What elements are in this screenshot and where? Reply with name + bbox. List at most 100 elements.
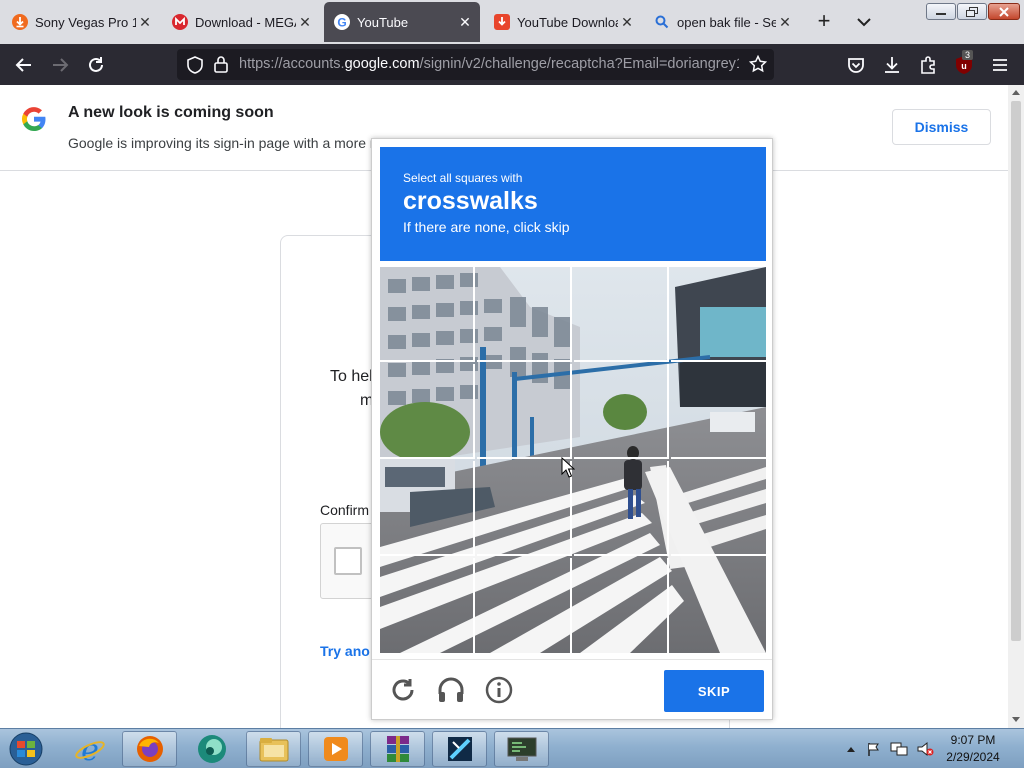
window-close-button[interactable]: [988, 3, 1020, 20]
grid-tile-3-2[interactable]: [477, 461, 572, 556]
help-text-line-1: To hel: [330, 368, 373, 385]
clock-time[interactable]: 9:07 PM: [938, 733, 1008, 747]
windows-taskbar: e 9:07 PM 2/29/2024: [0, 728, 1024, 768]
grid-tile-1-1[interactable]: [380, 267, 475, 362]
taskbar-video-editor[interactable]: [432, 731, 487, 767]
taskbar-firefox[interactable]: [122, 731, 177, 767]
taskbar-internet-explorer[interactable]: e: [62, 731, 117, 767]
download-icon: [494, 14, 510, 30]
challenge-instruction: Select all squares with: [403, 171, 523, 185]
show-hidden-icons-chevron-icon[interactable]: [846, 745, 856, 753]
grid-tile-1-2[interactable]: [477, 267, 572, 362]
internet-explorer-icon: e: [74, 733, 105, 765]
confirm-label: Confirm: [320, 502, 370, 518]
back-arrow-icon[interactable]: [12, 53, 36, 77]
tab-mega[interactable]: Download - MEGA ✕: [162, 2, 320, 42]
window-restore-button[interactable]: [957, 3, 987, 20]
forward-arrow-icon[interactable]: [48, 53, 72, 77]
grid-tile-1-4[interactable]: [671, 267, 766, 362]
try-another-way-link[interactable]: Try ano: [320, 643, 370, 659]
grid-tile-2-3[interactable]: [574, 364, 669, 459]
downloads-icon[interactable]: [880, 53, 904, 77]
taskbar-green-app[interactable]: [184, 731, 239, 767]
folder-icon: [259, 738, 288, 762]
browser-nav-bar: https://accounts.google.com/signin/v2/ch…: [0, 44, 1024, 85]
browser-tab-strip: Sony Vegas Pro 14 F ✕ Download - MEGA ✕ …: [0, 0, 1024, 44]
challenge-target: crosswalks: [403, 187, 538, 215]
tab-youtube-download[interactable]: YouTube Download ✕: [484, 2, 642, 42]
pocket-icon[interactable]: [844, 53, 868, 77]
download-icon: [12, 14, 28, 30]
svg-text:u: u: [961, 61, 967, 71]
banner-title: A new look is coming soon: [68, 104, 274, 121]
grid-tile-4-4[interactable]: [671, 558, 766, 653]
window-minimize-button[interactable]: [926, 3, 956, 20]
new-tab-plus-icon[interactable]: +: [812, 10, 836, 34]
firefox-icon: [136, 736, 163, 762]
scroll-down-icon[interactable]: [1011, 716, 1021, 724]
video-editor-icon: [447, 737, 472, 761]
reload-icon[interactable]: [388, 675, 418, 705]
grid-tile-2-4[interactable]: [671, 364, 766, 459]
close-tab-icon[interactable]: ✕: [776, 14, 794, 31]
taskbar-winrar[interactable]: [370, 731, 425, 767]
tab-title: YouTube: [357, 14, 409, 30]
recaptcha-challenge-popup: Select all squares with crosswalks If th…: [371, 138, 773, 720]
recaptcha-checkbox[interactable]: [334, 547, 362, 575]
audio-headphones-icon[interactable]: [436, 675, 466, 705]
grid-tile-3-4[interactable]: [671, 461, 766, 556]
dismiss-button[interactable]: Dismiss: [892, 109, 991, 145]
taskbar-terminal[interactable]: [494, 731, 549, 767]
page-scrollbar[interactable]: [1008, 85, 1024, 728]
extension-badge: 3: [962, 50, 974, 60]
tab-search[interactable]: open bak file - Sear ✕: [644, 2, 800, 42]
windows-logo-icon: [9, 732, 43, 766]
volume-muted-icon[interactable]: [916, 741, 934, 757]
clock-date[interactable]: 2/29/2024: [938, 750, 1008, 764]
grid-tile-2-2[interactable]: [477, 364, 572, 459]
google-icon: G: [334, 14, 350, 30]
action-center-flag-icon[interactable]: [866, 741, 882, 757]
address-bar[interactable]: https://accounts.google.com/signin/v2/ch…: [177, 49, 774, 80]
scrollbar-thumb[interactable]: [1011, 101, 1021, 641]
grid-tile-3-3[interactable]: [574, 461, 669, 556]
close-tab-icon[interactable]: ✕: [136, 14, 154, 31]
svg-text:G: G: [337, 16, 346, 30]
reload-icon[interactable]: [84, 53, 108, 77]
green-app-icon: [197, 735, 226, 763]
grid-tile-3-1[interactable]: [380, 461, 475, 556]
close-tab-icon[interactable]: ✕: [618, 14, 636, 31]
grid-tile-4-3[interactable]: [574, 558, 669, 653]
scroll-up-icon[interactable]: [1011, 88, 1021, 96]
svg-text:e: e: [81, 733, 99, 765]
url-text[interactable]: https://accounts.google.com/signin/v2/ch…: [239, 56, 739, 72]
challenge-subtext: If there are none, click skip: [403, 219, 570, 235]
grid-tile-1-3[interactable]: [574, 267, 669, 362]
info-icon[interactable]: [484, 675, 514, 705]
taskbar-media-player[interactable]: [308, 731, 363, 767]
lock-icon[interactable]: [213, 55, 229, 78]
tab-title: Download - MEGA: [195, 14, 296, 30]
menu-hamburger-icon[interactable]: [988, 53, 1012, 77]
close-tab-icon[interactable]: ✕: [296, 14, 314, 31]
network-icon[interactable]: [890, 741, 908, 757]
mouse-cursor-icon: [561, 457, 575, 478]
terminal-icon: [507, 737, 536, 761]
extensions-puzzle-icon[interactable]: [916, 53, 940, 77]
taskbar-file-explorer[interactable]: [246, 731, 301, 767]
tab-title: Sony Vegas Pro 14 F: [35, 14, 136, 30]
chevron-down-icon[interactable]: [852, 10, 876, 34]
tab-title: YouTube Download: [517, 14, 618, 30]
grid-tile-2-1[interactable]: [380, 364, 475, 459]
tab-youtube[interactable]: G YouTube ✕: [324, 2, 480, 42]
skip-button[interactable]: SKIP: [664, 670, 764, 712]
grid-tile-4-1[interactable]: [380, 558, 475, 653]
close-tab-icon[interactable]: ✕: [456, 14, 474, 31]
shield-icon[interactable]: [186, 56, 204, 79]
grid-tile-4-2[interactable]: [477, 558, 572, 653]
bookmark-star-icon[interactable]: [748, 54, 768, 78]
winrar-icon: [386, 736, 409, 762]
start-button[interactable]: [4, 731, 48, 767]
tab-sony-vegas[interactable]: Sony Vegas Pro 14 F ✕: [2, 2, 160, 42]
challenge-footer: SKIP: [372, 659, 772, 719]
